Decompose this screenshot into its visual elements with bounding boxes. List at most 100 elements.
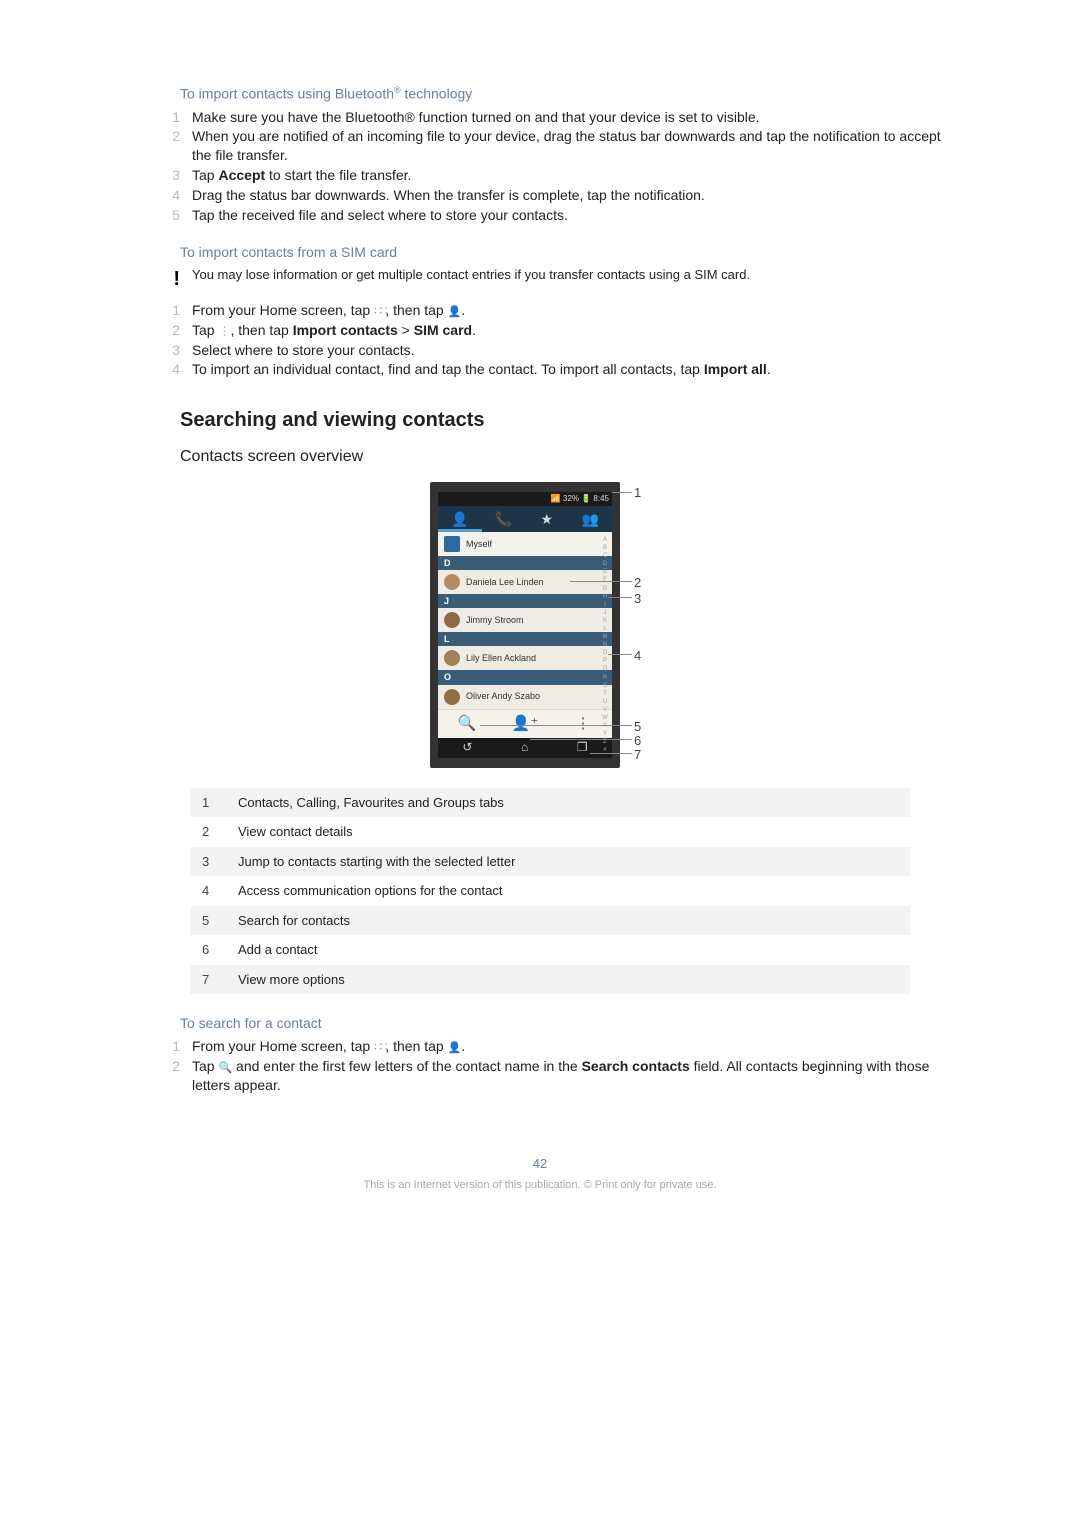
system-nav-bar: ↺ ⌂ ❐ [438, 738, 612, 758]
step-text: To import an individual contact, find an… [192, 360, 960, 379]
contacts-icon [448, 1039, 462, 1056]
contact-row[interactable]: Lily Ellen Ackland [438, 646, 612, 670]
t: , then tap [385, 302, 447, 318]
alphabet-scroll[interactable]: ABCDEFGHIJKLMNOPQRSTUVWXYZ# [600, 536, 610, 708]
myself-row[interactable]: Myself [438, 532, 612, 556]
legend-num: 5 [202, 912, 238, 930]
legend-text: View contact details [238, 823, 353, 841]
tab-groups[interactable]: 👥 [569, 506, 613, 532]
legend-text: View more options [238, 971, 345, 989]
reg-mark: ® [394, 85, 401, 95]
step-text: Tap Accept to start the file transfer. [192, 166, 960, 185]
contacts-icon [448, 303, 462, 320]
contact-name: Daniela Lee Linden [466, 576, 544, 588]
page-heading: Searching and viewing contacts [180, 407, 960, 434]
step-num: 2 [152, 1057, 180, 1095]
status-text: 📶 32% 🔋 8:45 [551, 494, 609, 505]
page-subheading: Contacts screen overview [180, 446, 960, 468]
t: Tap [192, 322, 218, 338]
t: . [461, 302, 465, 318]
recent-icon[interactable]: ❐ [577, 739, 588, 755]
t: Tap [192, 1058, 218, 1074]
page-number: 42 [120, 1155, 960, 1173]
tab-favourites[interactable]: ★ [525, 506, 569, 532]
tab-contacts[interactable]: 👤 [438, 506, 482, 532]
t: , then tap [230, 322, 292, 338]
t: and enter the first few letters of the c… [232, 1058, 581, 1074]
ordered-list-bluetooth: 1 Make sure you have the Bluetooth® funct… [120, 108, 960, 225]
contact-row[interactable]: Daniela Lee Linden [438, 570, 612, 594]
apps-grid-icon [374, 1039, 385, 1055]
ordered-list-search: 1 From your Home screen, tap , then tap … [120, 1037, 960, 1095]
contact-row[interactable]: Jimmy Stroom [438, 608, 612, 632]
step-text: From your Home screen, tap , then tap . [192, 301, 960, 320]
t: , then tap [385, 1038, 447, 1054]
warning-row: ! You may lose information or get multip… [120, 266, 960, 293]
letter-separator: D [438, 556, 612, 570]
footer-text: This is an Internet version of this publ… [120, 1178, 960, 1193]
myself-label: Myself [466, 538, 492, 550]
import-contacts-label: Import contacts [293, 322, 398, 338]
ordered-list-sim: 1 From your Home screen, tap , then tap … [120, 301, 960, 380]
step-num: 4 [152, 360, 180, 379]
contact-name: Lily Ellen Ackland [466, 652, 536, 664]
add-contact-icon[interactable]: 👤⁺ [496, 710, 554, 738]
t: . [461, 1038, 465, 1054]
legend-num: 7 [202, 971, 238, 989]
legend-num: 6 [202, 941, 238, 959]
step-num: 3 [152, 166, 180, 185]
avatar [444, 689, 460, 705]
legend-num: 3 [202, 853, 238, 871]
t: > [398, 322, 414, 338]
callout-1: 1 [634, 484, 641, 502]
callout-legend: 1Contacts, Calling, Favourites and Group… [190, 788, 910, 995]
search-contacts-label: Search contacts [582, 1058, 690, 1074]
t: . [767, 361, 771, 377]
contact-name: Oliver Andy Szabo [466, 690, 540, 702]
step-num: 2 [152, 127, 180, 165]
callout-3: 3 [634, 590, 641, 608]
section-heading-search: To search for a contact [180, 1014, 960, 1033]
callout-4: 4 [634, 647, 641, 665]
step-text: Make sure you have the Bluetooth® functi… [192, 108, 960, 127]
avatar [444, 536, 460, 552]
callout-2: 2 [634, 574, 641, 592]
step-num: 1 [152, 108, 180, 127]
step-num: 1 [152, 1037, 180, 1056]
warning-text: You may lose information or get multiple… [192, 266, 960, 293]
callout-7: 7 [634, 746, 641, 764]
legend-text: Add a contact [238, 941, 318, 959]
accept-label: Accept [218, 167, 265, 183]
t: . [472, 322, 476, 338]
search-icon[interactable]: 🔍 [438, 710, 496, 738]
bottom-action-bar: 🔍 👤⁺ ⋮ [438, 709, 612, 738]
t: Tap [192, 167, 218, 183]
step-num: 1 [152, 301, 180, 320]
step-num: 4 [152, 186, 180, 205]
tab-calling[interactable]: 📞 [482, 506, 526, 532]
home-icon[interactable]: ⌂ [521, 739, 528, 755]
legend-num: 4 [202, 882, 238, 900]
heading-text-b: technology [401, 86, 473, 102]
t: To import an individual contact, find an… [192, 361, 704, 377]
sim-card-label: SIM card [414, 322, 472, 338]
t: From your Home screen, tap [192, 1038, 374, 1054]
step-text: Select where to store your contacts. [192, 341, 960, 360]
warning-icon: ! [152, 266, 180, 293]
legend-num: 1 [202, 794, 238, 812]
callout-numbers: 1 2 3 4 5 6 7 [620, 482, 650, 768]
avatar [444, 612, 460, 628]
avatar [444, 574, 460, 590]
contact-row[interactable]: Oliver Andy Szabo [438, 685, 612, 709]
legend-text: Search for contacts [238, 912, 350, 930]
letter-separator: J [438, 594, 612, 608]
heading-text-a: To import contacts using Bluetooth [180, 86, 394, 102]
back-icon[interactable]: ↺ [462, 739, 472, 755]
step-text: Drag the status bar downwards. When the … [192, 186, 960, 205]
legend-text: Jump to contacts starting with the selec… [238, 853, 515, 871]
section-heading-sim: To import contacts from a SIM card [180, 243, 960, 262]
avatar [444, 650, 460, 666]
step-text: Tap the received file and select where t… [192, 206, 960, 225]
search-icon [218, 1059, 232, 1076]
overflow-icon [218, 323, 230, 339]
